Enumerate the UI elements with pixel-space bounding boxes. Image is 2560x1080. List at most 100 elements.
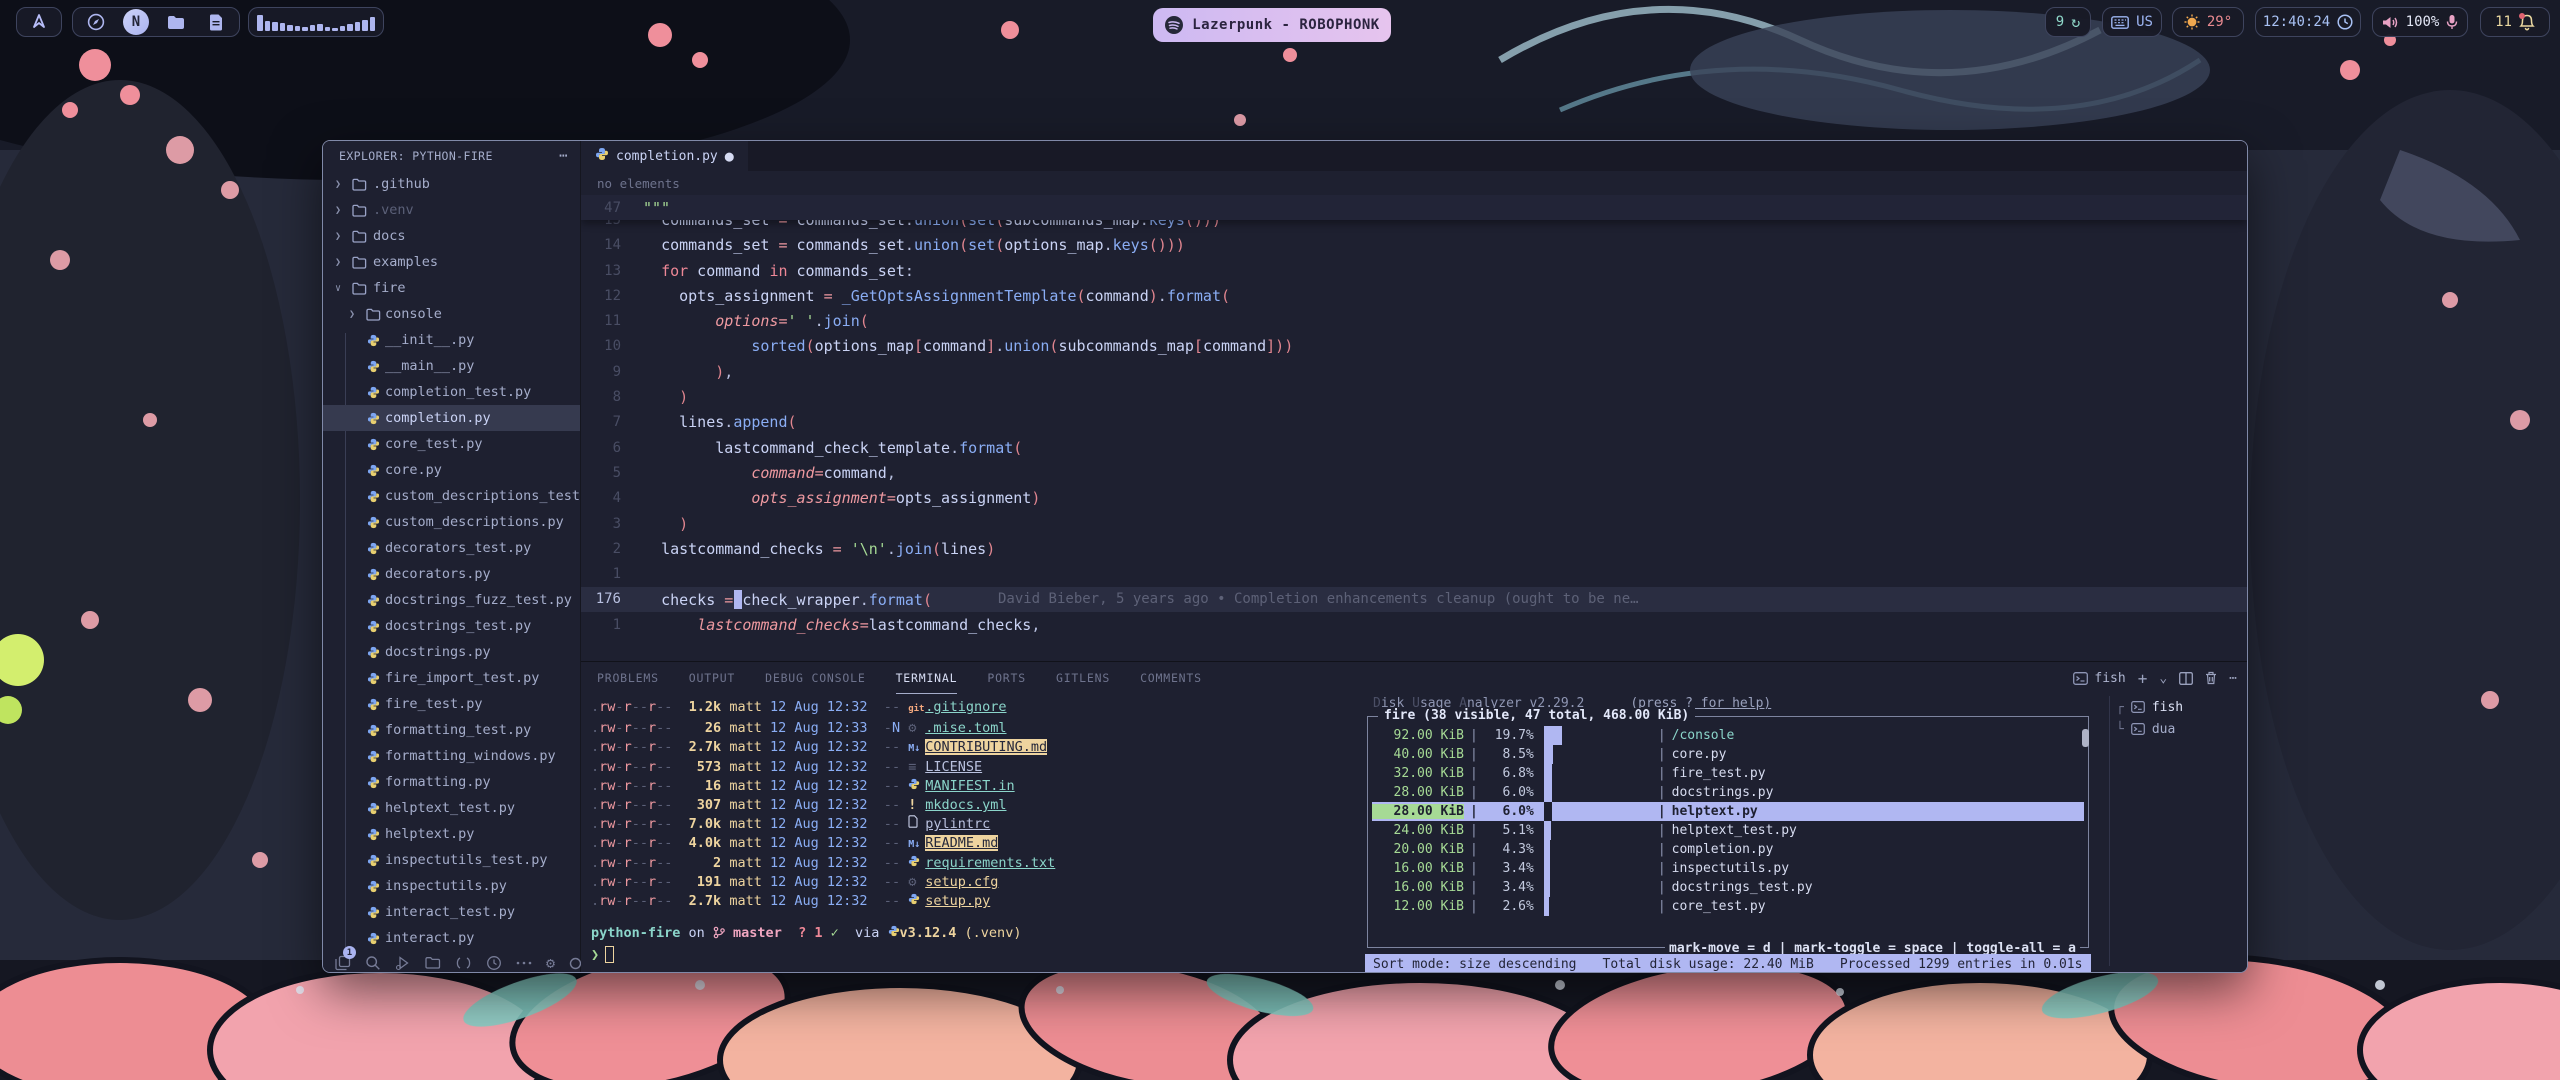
code-line[interactable]: 13 for command in commands_set: [581, 258, 2247, 283]
code-line[interactable]: 1 [581, 561, 2247, 586]
file-link[interactable]: LICENSE [925, 759, 982, 775]
code-line[interactable]: 7 lines.append( [581, 410, 2247, 435]
workspace-documents[interactable] [196, 7, 236, 37]
tree-item-decorators_test.py[interactable]: decorators_test.py [323, 535, 580, 561]
panel-more-button[interactable]: ⋯ [2229, 671, 2237, 686]
tab-completion-py[interactable]: completion.py ● [581, 141, 748, 171]
terminal-list-item-dua[interactable]: └dua [2110, 718, 2245, 740]
explorer-menu-button[interactable]: ⋯ [559, 148, 568, 164]
tree-item-completion_test.py[interactable]: completion_test.py [323, 379, 580, 405]
keyboard-layout-widget[interactable]: US [2102, 7, 2162, 37]
files-icon[interactable]: 1 [335, 953, 351, 973]
tree-item-examples[interactable]: ❯ examples [323, 249, 580, 275]
workspace-browser[interactable] [76, 7, 116, 37]
tree-item-docstrings.py[interactable]: docstrings.py [323, 639, 580, 665]
code-line[interactable]: 6 lastcommand_check_template.format( [581, 435, 2247, 460]
workspace-notes[interactable]: N [116, 7, 156, 37]
tree-item-completion.py[interactable]: completion.py [323, 405, 580, 431]
dua-scrollbar[interactable] [2082, 729, 2089, 747]
file-listing-row[interactable]: .rw-r--r-- 7.0k matt 12 Aug 12:32 -- pyl… [591, 815, 1055, 834]
volume-widget[interactable]: 100% [2372, 7, 2468, 37]
dua-row-docstrings.py[interactable]: 28.00 KiB|6.0%|docstrings.py [1372, 783, 2084, 802]
file-link[interactable]: pylintrc [925, 816, 990, 832]
code-line[interactable]: 2 lastcommand_checks = '\n'.join(lines) [581, 536, 2247, 561]
file-listing-row[interactable]: .rw-r--r-- 2.7k matt 12 Aug 12:32 -- M↓C… [591, 738, 1055, 758]
code-editor[interactable]: 16 commands_set.add(name)15 commands_set… [581, 195, 2247, 661]
shell-input-line[interactable]: ❯ [591, 946, 614, 963]
code-line[interactable]: 1 lastcommand_checks=lastcommand_checks, [581, 612, 2247, 637]
dua-row-docstrings_test.py[interactable]: 16.00 KiB|3.4%|docstrings_test.py [1372, 878, 2084, 897]
terminal-output[interactable]: .rw-r--r-- 1.2k matt 12 Aug 12:32 -- git… [591, 698, 1055, 911]
code-line[interactable]: 9 ), [581, 359, 2247, 384]
tree-item-core.py[interactable]: core.py [323, 457, 580, 483]
file-link[interactable]: CONTRIBUTING.md [925, 739, 1047, 755]
terminal-dropdown-button[interactable]: ⌄ [2159, 671, 2167, 686]
file-link[interactable]: setup.cfg [925, 874, 998, 890]
new-terminal-button[interactable]: + [2138, 669, 2148, 688]
tree-item-formatting_windows.py[interactable]: formatting_windows.py [323, 743, 580, 769]
file-link[interactable]: MANIFEST.in [925, 778, 1014, 794]
file-listing-row[interactable]: .rw-r--r-- 573 matt 12 Aug 12:32 -- ≡LIC… [591, 758, 1055, 777]
panel-tab-ports[interactable]: PORTS [987, 662, 1026, 694]
file-listing-row[interactable]: .rw-r--r-- 4.0k matt 12 Aug 12:32 -- M↓R… [591, 834, 1055, 854]
watch-icon[interactable] [486, 953, 502, 973]
updates-widget[interactable]: 9 ↻ [2045, 7, 2091, 37]
panel-tab-output[interactable]: OUTPUT [689, 662, 735, 694]
code-line[interactable]: 10 sorted(options_map[command].union(sub… [581, 334, 2247, 359]
kill-terminal-button[interactable] [2205, 671, 2217, 685]
dua-row-helptext.py[interactable]: 28.00 KiB|6.0%|helptext.py [1372, 802, 2084, 821]
file-link[interactable]: setup.py [925, 893, 990, 909]
folder2-icon[interactable] [425, 953, 441, 973]
terminal-list-item-fish[interactable]: ┌fish [2110, 696, 2245, 718]
panel-tab-problems[interactable]: PROBLEMS [597, 662, 659, 694]
tree-item-docs[interactable]: ❯ docs [323, 223, 580, 249]
search-icon[interactable] [365, 953, 381, 973]
panel-tab-debug-console[interactable]: DEBUG CONSOLE [765, 662, 865, 694]
debug-icon[interactable] [395, 953, 411, 973]
tree-item-fire_test.py[interactable]: fire_test.py [323, 691, 580, 717]
code-line[interactable]: 3 ) [581, 511, 2247, 536]
tree-item-docstrings_fuzz_test.py[interactable]: docstrings_fuzz_test.py [323, 587, 580, 613]
tree-item-interact.py[interactable]: interact.py [323, 925, 580, 951]
sticky-scroll-line[interactable]: 47""" [581, 195, 2247, 220]
code-line[interactable]: 5 command=command, [581, 460, 2247, 485]
workspace-files[interactable] [156, 7, 196, 37]
tree-item-formatting.py[interactable]: formatting.py [323, 769, 580, 795]
code-line[interactable]: 4 opts_assignment=opts_assignment) [581, 486, 2247, 511]
file-listing-row[interactable]: .rw-r--r-- 2.7k matt 12 Aug 12:32 -- set… [591, 892, 1055, 911]
dua-row-core_test.py[interactable]: 12.00 KiB|2.6%|core_test.py [1372, 897, 2084, 916]
tree-item-helptext_test.py[interactable]: helptext_test.py [323, 795, 580, 821]
dua-row-core.py[interactable]: 40.00 KiB|8.5%|core.py [1372, 745, 2084, 764]
code-line[interactable]: 11 options=' '.join( [581, 308, 2247, 333]
dua-row-fire_test.py[interactable]: 32.00 KiB|6.8%|fire_test.py [1372, 764, 2084, 783]
tree-item-.github[interactable]: ❯ .github [323, 171, 580, 197]
panel-tab-gitlens[interactable]: GITLENS [1056, 662, 1110, 694]
panel-tab-terminal[interactable]: TERMINAL [896, 662, 958, 694]
file-listing-row[interactable]: .rw-r--r-- 16 matt 12 Aug 12:32 -- MANIF… [591, 777, 1055, 796]
tree-item-helptext.py[interactable]: helptext.py [323, 821, 580, 847]
file-link[interactable]: mkdocs.yml [925, 797, 1006, 813]
tab-modified-dot[interactable]: ● [725, 147, 734, 165]
dua-row-completion.py[interactable]: 20.00 KiB|4.3%|completion.py [1372, 840, 2084, 859]
tree-item-console[interactable]: ❯ console [323, 301, 580, 327]
dua-row-helptext_test.py[interactable]: 24.00 KiB|5.1%|helptext_test.py [1372, 821, 2084, 840]
file-link[interactable]: .gitignore [925, 699, 1006, 715]
tree-item-inspectutils_test.py[interactable]: inspectutils_test.py [323, 847, 580, 873]
file-listing-row[interactable]: .rw-r--r-- 307 matt 12 Aug 12:32 -- !mkd… [591, 796, 1055, 815]
now-playing-widget[interactable]: Lazerpunk - ROBOPHONK [1153, 8, 1391, 42]
code-line[interactable]: 176 checks =check_wrapper.format(David B… [581, 587, 2247, 612]
notifications-widget[interactable]: 11 [2480, 7, 2550, 37]
file-link[interactable]: requirements.txt [925, 855, 1055, 871]
brackets-icon[interactable] [455, 953, 472, 973]
clock-widget[interactable]: 12:40:24 [2255, 7, 2361, 37]
panel-tab-comments[interactable]: COMMENTS [1140, 662, 1202, 694]
tree-item-fire_import_test.py[interactable]: fire_import_test.py [323, 665, 580, 691]
file-listing-row[interactable]: .rw-r--r-- 191 matt 12 Aug 12:32 -- ⚙set… [591, 873, 1055, 892]
launcher-button[interactable] [16, 7, 62, 37]
weather-widget[interactable]: 29° [2172, 7, 2244, 37]
tree-item-decorators.py[interactable]: decorators.py [323, 561, 580, 587]
tree-item-inspectutils.py[interactable]: inspectutils.py [323, 873, 580, 899]
split-terminal-button[interactable] [2179, 672, 2193, 685]
tree-item-formatting_test.py[interactable]: formatting_test.py [323, 717, 580, 743]
code-line[interactable]: 12 opts_assignment = _GetOptsAssignmentT… [581, 283, 2247, 308]
